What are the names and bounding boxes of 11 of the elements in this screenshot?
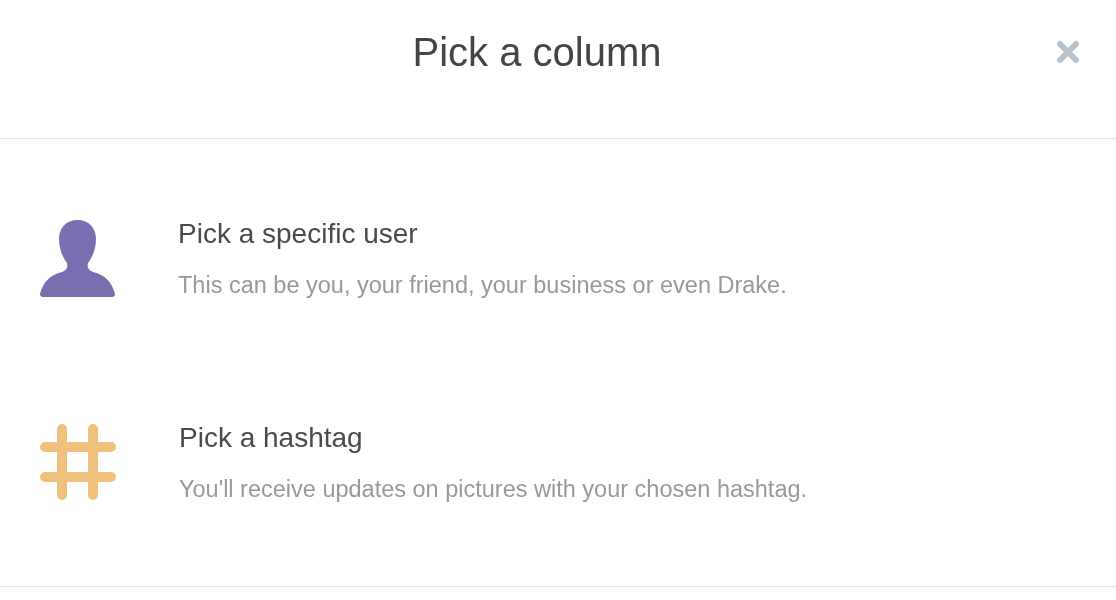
person-icon — [40, 219, 115, 297]
column-option[interactable]: Pick a specific user This can be you, your friend, your business or even Drake. — [0, 156, 1116, 360]
close-icon — [1056, 40, 1080, 64]
option-description: This can be you, your friend, your business or even Drake. — [178, 271, 787, 299]
hashtag-icon — [40, 424, 116, 500]
option-title: Pick a hashtag — [179, 421, 364, 455]
dialog-title: Pick a column — [411, 29, 663, 76]
close-button[interactable] — [1056, 40, 1080, 64]
column-option[interactable]: Pick a hashtag You'll receive updates on pictures with your chosen hashtag. — [0, 360, 1116, 564]
option-title: Pick a specific user — [178, 217, 419, 251]
option-description: You'll receive updates on pictures with your chosen hashtag. — [179, 475, 808, 503]
